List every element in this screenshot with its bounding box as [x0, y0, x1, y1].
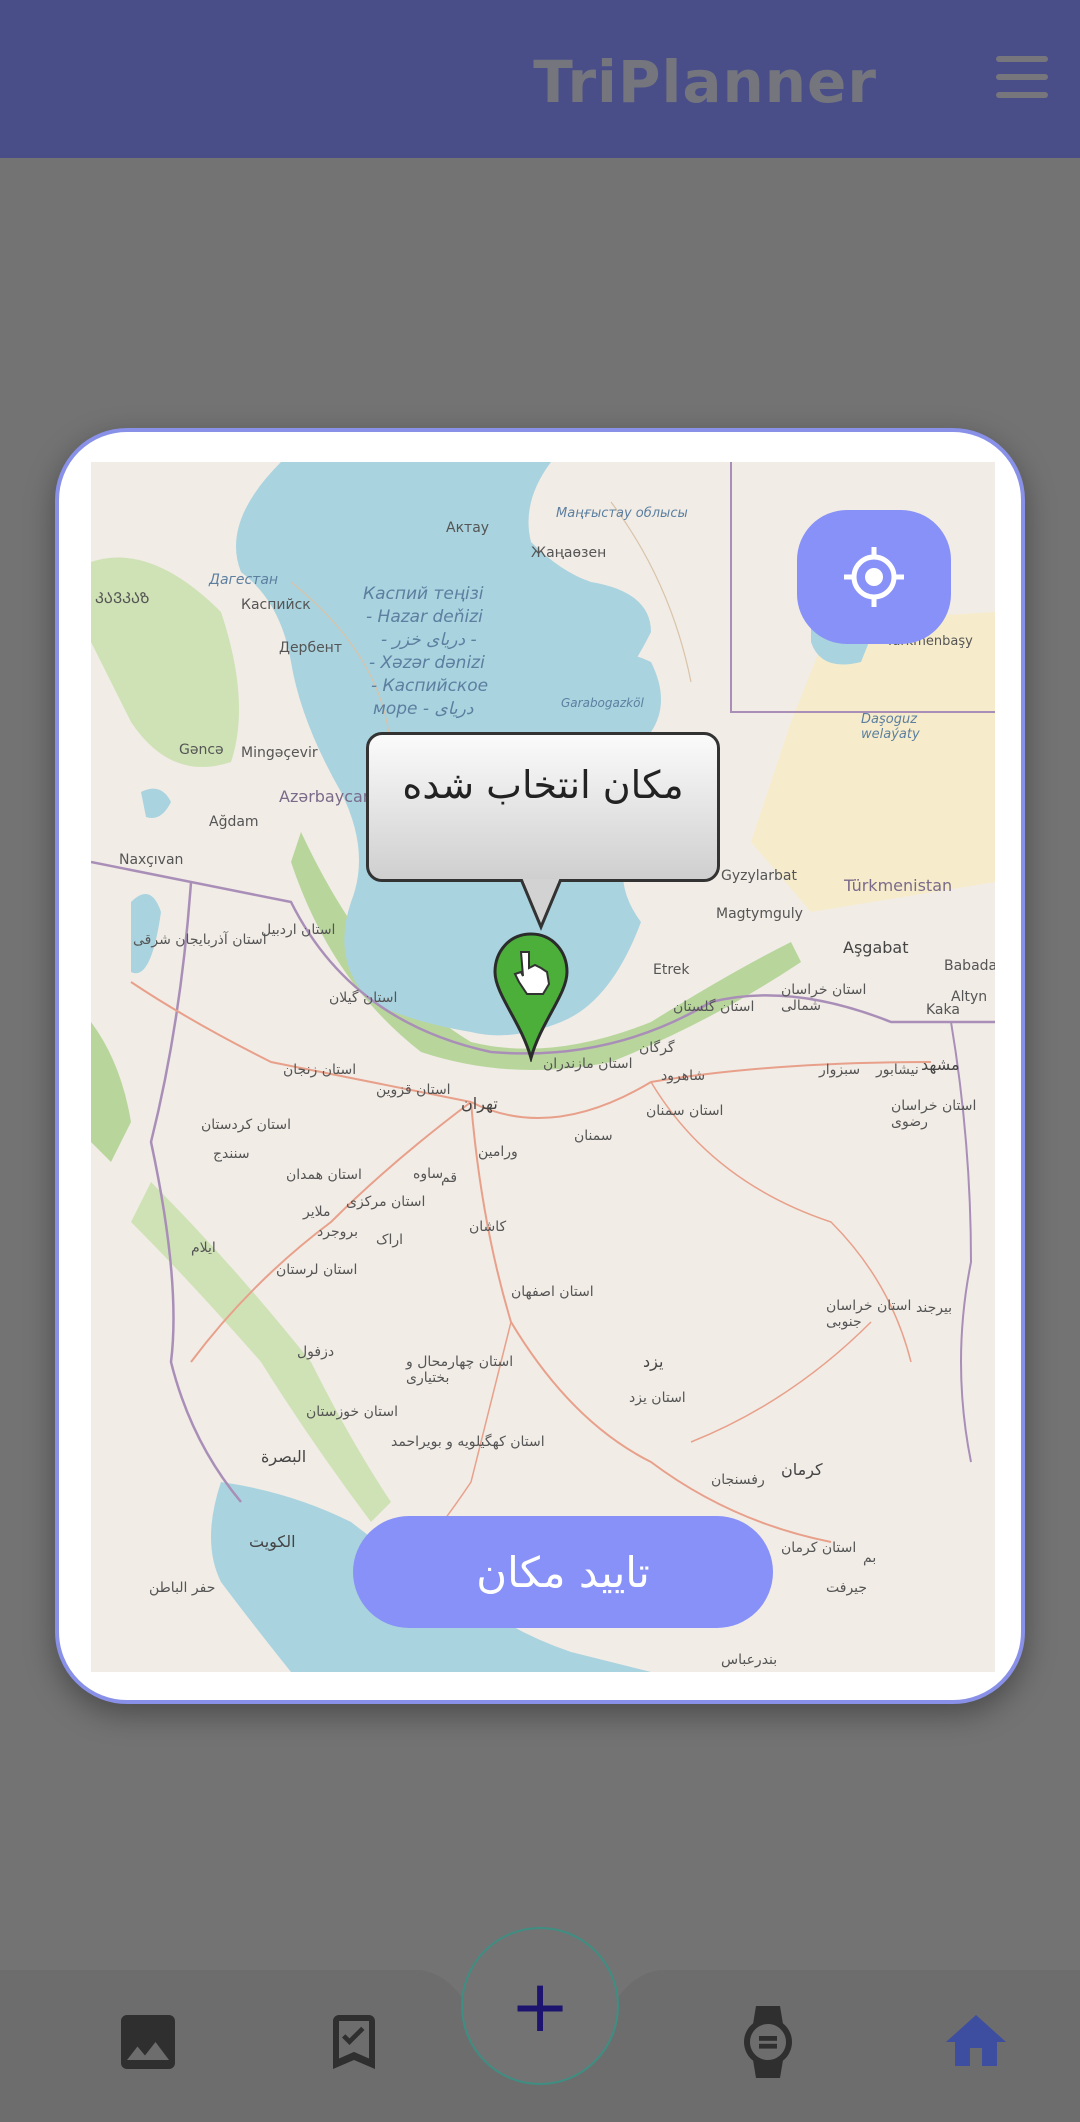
map-label: استان همدان	[286, 1167, 362, 1183]
app-title: TriPlanner	[533, 48, 877, 116]
map-label: استان گلستان	[673, 999, 755, 1015]
home-icon[interactable]	[940, 2006, 1012, 2078]
my-location-button[interactable]	[797, 510, 951, 644]
map-label: حفر الباطن	[149, 1580, 216, 1596]
map-label: استان آذربایجان شرقی	[133, 932, 267, 948]
map-label: استان گیلان	[329, 990, 398, 1006]
map-label: جیرفت	[826, 1580, 868, 1596]
map-label: ملایر	[303, 1204, 331, 1220]
map-label: Ağdam	[209, 814, 259, 830]
map-label: یزد	[643, 1352, 664, 1371]
map-label: استان خراسان شمالی	[781, 982, 867, 1014]
map-label: Gyzylarbat	[721, 868, 797, 884]
map-label: استان زنجان	[283, 1062, 357, 1078]
map-label: Mingəçevir	[241, 745, 318, 761]
menu-icon[interactable]	[996, 56, 1052, 102]
map-label: استان سمنان	[646, 1103, 724, 1119]
map-label: استان قزوین	[376, 1082, 451, 1098]
watch-icon[interactable]	[732, 2006, 804, 2078]
map-label: استان اردبیل	[261, 922, 336, 938]
map-label: بروجرد	[317, 1224, 358, 1240]
map-label: Aşgabat	[843, 938, 909, 957]
map-label: - Hazar deňizi	[366, 607, 483, 627]
map-label: استان یزد	[629, 1390, 686, 1406]
map-label: استان اصفهان	[511, 1284, 594, 1300]
map-label: استان کهگیلویه و بویراحمد	[391, 1434, 545, 1450]
map-label: استان خوزستان	[306, 1404, 398, 1420]
map-label: رفسنجان	[711, 1472, 765, 1488]
map-label: - Xəzər dənizi	[369, 653, 485, 673]
map-label: البصرة	[261, 1447, 307, 1466]
map-label: استان مرکزی	[346, 1194, 426, 1210]
map-label: استان خراسان رضوی	[891, 1098, 977, 1130]
location-pin-icon[interactable]	[491, 932, 571, 1062]
map-label: دزفول	[297, 1344, 335, 1360]
map-label: море - دریای	[373, 699, 474, 719]
map-label: Актау	[446, 520, 490, 536]
image-icon[interactable]	[112, 2006, 184, 2078]
map-label: سمنان	[574, 1128, 613, 1144]
map-label: Garabogazköl	[561, 696, 644, 710]
map-label: Маңғыстау облысы	[556, 506, 688, 521]
map-label: Каспийск	[241, 597, 311, 613]
map-label: ورامین	[478, 1144, 518, 1160]
map-label: اراک	[376, 1232, 404, 1248]
map-label: استان لرستان	[276, 1262, 358, 1278]
map-label: سبزوار	[819, 1062, 861, 1078]
map-label: استان کردستان	[201, 1117, 291, 1133]
map-label: Babadaýh	[944, 958, 995, 974]
map-label: مشهد	[921, 1055, 960, 1074]
map-label: سنندج	[213, 1146, 250, 1162]
map-label: Magtymguly	[716, 906, 803, 922]
map-label: Kaka	[926, 1002, 960, 1018]
map-label: ایلام	[191, 1240, 216, 1256]
map-label: کاشان	[469, 1219, 507, 1235]
map-label: استان خراسان جنوبی	[826, 1298, 912, 1330]
callout-tail	[519, 879, 563, 931]
map-label: ᲙᲐᲕᲙᲐᲖ	[95, 589, 150, 607]
map-label: Azərbaycan	[279, 787, 373, 806]
map-label: استان کرمان	[781, 1540, 857, 1556]
map-label: Жаңаөзен	[531, 545, 607, 561]
map-label: تهران	[461, 1094, 498, 1113]
callout-label: مکان انتخاب شده	[402, 763, 684, 807]
map-label: Дагестан	[209, 572, 279, 588]
map-label: بیرجند	[916, 1300, 953, 1316]
location-picker-dialog: Актау Маңғыстау облысы Жаңаөзен Каспий т…	[55, 428, 1025, 1704]
add-icon: +	[509, 1964, 571, 2048]
map-label: Etrek	[653, 962, 690, 978]
my-location-icon	[844, 547, 904, 607]
map-label: Daşoguz welaýaty	[861, 712, 920, 742]
map-label: بم	[863, 1550, 877, 1566]
map-label: قم	[441, 1170, 458, 1186]
map-label: - Каспийское	[371, 676, 489, 696]
map-label: شاهرود	[661, 1068, 706, 1084]
map-label: Naxçıvan	[119, 852, 184, 868]
map-view[interactable]: Актау Маңғыстау облысы Жаңаөзен Каспий т…	[91, 462, 995, 1672]
map-label: Türkmenistan	[844, 876, 953, 895]
map-label: نیشابور	[876, 1062, 919, 1078]
map-label: گرگان	[639, 1040, 675, 1056]
app-bar: TriPlanner	[0, 0, 1080, 158]
map-label: Каспий теңізі	[363, 584, 484, 604]
map-label: ساوه	[413, 1166, 444, 1182]
map-label: الكويت	[249, 1532, 296, 1551]
map-label: - دریای خزر -	[381, 630, 477, 650]
map-label: بندرعباس	[721, 1652, 778, 1668]
map-label: Gəncə	[179, 742, 224, 758]
map-label: کرمان	[781, 1460, 823, 1479]
add-button[interactable]: +	[461, 1927, 619, 2085]
map-label: استان چهارمحال و بختیاری	[406, 1354, 514, 1386]
confirm-location-button[interactable]: تایید مکان	[353, 1516, 773, 1628]
selected-location-callout: مکان انتخاب شده	[366, 732, 720, 882]
bookmark-check-icon[interactable]	[318, 2006, 390, 2078]
map-label: Дербент	[279, 640, 342, 656]
